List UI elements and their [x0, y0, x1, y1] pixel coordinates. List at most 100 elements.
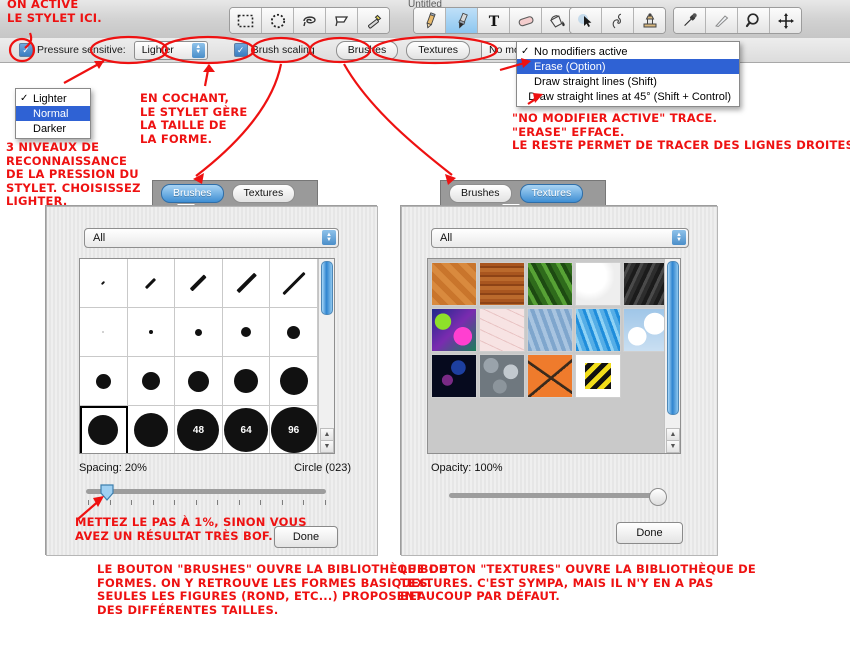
brush-cell[interactable] — [127, 357, 176, 406]
texture-stones[interactable] — [479, 354, 525, 398]
spacing-slider-ticks — [88, 500, 326, 505]
text-icon[interactable]: T — [478, 8, 510, 33]
arrow-select-icon[interactable] — [570, 8, 602, 33]
opacity-label: Opacity: 100% — [431, 462, 503, 474]
brush-cell[interactable] — [222, 357, 271, 406]
brush-scaling-label: Brush scaling — [251, 44, 315, 56]
brush-cell[interactable] — [175, 259, 223, 308]
texture-wood[interactable] — [479, 262, 525, 306]
pressure-mode-popup[interactable]: Lighter ▲ ▼ — [133, 40, 208, 60]
brush-cell[interactable] — [175, 308, 223, 357]
menu-item-straight-lines-45[interactable]: Draw straight lines at 45° (Shift + Cont… — [517, 89, 739, 104]
brush-cell[interactable]: 96 — [270, 406, 318, 453]
brush-cell[interactable] — [270, 357, 318, 406]
menu-item-no-modifiers[interactable]: ✓ No modifiers active — [517, 44, 739, 59]
brushes-palette: All ▲ ▼ 48 64 96 ▲ ▼ Spacing: 20% Circle… — [45, 205, 378, 556]
brush-filter-select[interactable]: All ▲ ▼ — [84, 228, 339, 248]
polygon-lasso-icon[interactable] — [326, 8, 358, 33]
magnifier-icon[interactable] — [738, 8, 770, 33]
menu-item-normal[interactable]: Normal — [16, 106, 90, 121]
magic-wand-icon[interactable] — [358, 8, 389, 33]
opacity-slider-knob[interactable] — [649, 488, 667, 506]
brush-cell[interactable] — [222, 308, 271, 357]
tab-brushes[interactable]: Brushes — [161, 183, 224, 203]
brush-cell[interactable] — [175, 357, 223, 406]
popup-arrows-icon: ▲▼ — [191, 42, 205, 58]
spacing-slider-knob[interactable] — [99, 484, 115, 501]
tab-brushes[interactable]: Brushes — [449, 183, 512, 203]
brush-cell[interactable] — [127, 308, 176, 357]
texture-filter-select[interactable]: All ▲ ▼ — [431, 228, 689, 248]
brush-grid-scrollbar[interactable]: ▲ ▼ — [318, 259, 334, 453]
texture-hazard-stripes[interactable] — [575, 354, 621, 398]
brush-cell[interactable] — [127, 406, 176, 453]
texture-grid[interactable]: ▲ ▼ — [427, 258, 681, 454]
brush-cell-selected[interactable] — [80, 406, 128, 453]
rectangular-marquee-icon[interactable] — [230, 8, 262, 33]
texture-blue-rain[interactable] — [575, 308, 621, 352]
paintbrush-icon[interactable] — [446, 8, 478, 33]
lasso-icon[interactable] — [294, 8, 326, 33]
brush-cell[interactable] — [80, 357, 128, 406]
texture-parquet[interactable] — [431, 262, 477, 306]
annotation-brushes-desc: Le bouton "Brushes" ouvre la bibliothèqu… — [97, 562, 447, 617]
pressure-sensitive-checkbox[interactable]: ✓ Pressure sensitive: — [19, 43, 126, 57]
menu-item-darker[interactable]: Darker — [16, 121, 90, 136]
texture-dark-rock[interactable] — [623, 262, 669, 306]
texture-orange-cracks[interactable] — [527, 354, 573, 398]
texture-dark-blue[interactable] — [431, 354, 477, 398]
pressure-sensitive-label: Pressure sensitive: — [37, 44, 126, 56]
brush-size-label: 96 — [288, 424, 300, 436]
annotation-textures-desc: Le bouton "Textures" ouvre la bibliothèq… — [400, 562, 756, 603]
brush-cell[interactable]: 64 — [222, 406, 271, 453]
brush-cell[interactable] — [80, 259, 128, 308]
brushes-button[interactable]: Brushes — [335, 40, 399, 60]
menu-item-label: Draw straight lines at 45° (Shift + Cont… — [528, 90, 731, 103]
toolbar-group-utility — [673, 7, 802, 34]
pencil-icon[interactable] — [414, 8, 446, 33]
annotation-modifiers: "No modifier active" trace. "Erase" effa… — [512, 111, 850, 152]
scrollbar-thumb[interactable] — [321, 261, 333, 315]
textures-done-button[interactable]: Done — [616, 522, 683, 544]
select-arrows-icon: ▲ ▼ — [672, 230, 686, 245]
scroll-down-arrow-icon[interactable]: ▼ — [666, 440, 680, 453]
smudge-icon[interactable] — [602, 8, 634, 33]
brush-cell[interactable] — [127, 259, 176, 308]
texture-water[interactable] — [527, 308, 573, 352]
modifier-dropdown-menu[interactable]: ✓ No modifiers active Erase (Option) Dra… — [516, 41, 740, 107]
brush-cell[interactable]: 48 — [175, 406, 223, 453]
toolbar-group-selection — [229, 7, 390, 34]
eyedropper-icon[interactable] — [674, 8, 706, 33]
tab-textures[interactable]: Textures — [231, 183, 296, 203]
svg-text:T: T — [488, 14, 499, 29]
brush-cell[interactable] — [270, 259, 318, 308]
pressure-dropdown-menu[interactable]: ✓ Lighter Normal Darker — [15, 88, 91, 139]
blur-knife-icon[interactable] — [706, 8, 738, 33]
brush-filter-value: All — [93, 232, 106, 244]
texture-clouds[interactable] — [623, 308, 669, 352]
brush-cell[interactable] — [80, 308, 128, 357]
scroll-down-arrow-icon[interactable]: ▼ — [320, 440, 334, 453]
elliptical-marquee-icon[interactable] — [262, 8, 294, 33]
menu-item-label: Draw straight lines (Shift) — [534, 75, 657, 88]
texture-psychedelic[interactable] — [431, 308, 477, 352]
texture-leaves[interactable] — [527, 262, 573, 306]
menu-item-straight-lines[interactable]: Draw straight lines (Shift) — [517, 74, 739, 89]
spacing-slider-track[interactable] — [86, 489, 326, 494]
clone-stamp-icon[interactable] — [634, 8, 665, 33]
tab-textures[interactable]: Textures — [519, 183, 584, 203]
texture-marble[interactable] — [479, 308, 525, 352]
brush-scaling-checkbox[interactable]: ✓ Brush scaling — [233, 43, 315, 57]
opacity-slider-track[interactable] — [449, 493, 664, 498]
brush-cell[interactable] — [222, 259, 271, 308]
texture-grid-scrollbar[interactable]: ▲ ▼ — [664, 259, 680, 453]
brush-grid[interactable]: 48 64 96 ▲ ▼ — [79, 258, 335, 454]
move-hand-icon[interactable] — [770, 8, 801, 33]
menu-item-lighter[interactable]: ✓ Lighter — [16, 91, 90, 106]
textures-button[interactable]: Textures — [406, 40, 470, 60]
brush-cell[interactable] — [270, 308, 318, 357]
eraser-icon[interactable] — [510, 8, 542, 33]
texture-white-plaster[interactable] — [575, 262, 621, 306]
scrollbar-thumb[interactable] — [667, 261, 679, 415]
menu-item-erase[interactable]: Erase (Option) — [517, 59, 739, 74]
